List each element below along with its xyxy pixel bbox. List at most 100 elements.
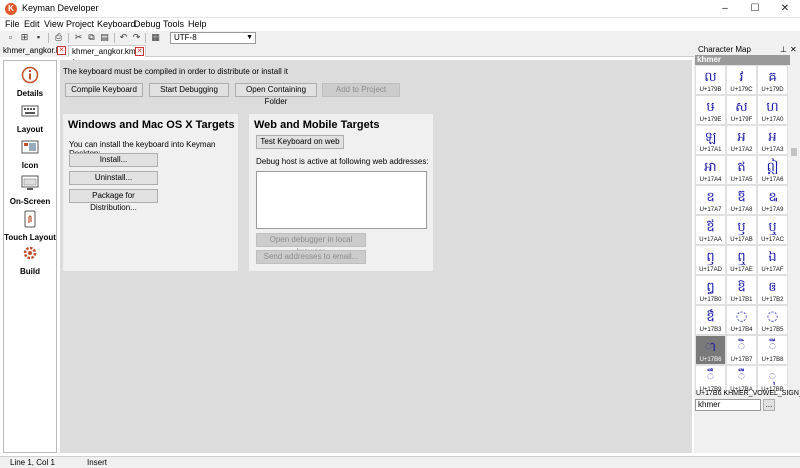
menu-project[interactable]: Project xyxy=(66,19,94,29)
character-cell[interactable]: ◌ិ U+17B7 xyxy=(726,335,757,365)
send-addresses-email-button[interactable]: Send addresses to email... xyxy=(256,250,366,264)
character-glyph: ឮ xyxy=(737,250,746,265)
character-codepoint: U+17AE xyxy=(730,267,753,273)
character-cell[interactable]: ឣ U+17A3 xyxy=(757,125,788,155)
character-cell[interactable]: ◌឵ U+17B5 xyxy=(757,305,788,335)
menu-keyboard[interactable]: Keyboard xyxy=(97,19,136,29)
menu-tools[interactable]: Tools xyxy=(163,19,184,29)
menu-debug[interactable]: Debug xyxy=(134,19,161,29)
character-glyph: ឡ xyxy=(704,130,717,145)
character-cell[interactable]: ឤ U+17A4 xyxy=(695,155,726,185)
character-cell[interactable]: ឲ U+17B2 xyxy=(757,275,788,305)
character-glyph: ឦ xyxy=(766,160,779,175)
character-codepoint: U+17A0 xyxy=(761,117,784,123)
start-debugging-button[interactable]: Start Debugging xyxy=(149,83,229,97)
cut-icon[interactable]: ✂ xyxy=(73,32,84,43)
character-cell[interactable]: ឦ U+17A6 xyxy=(757,155,788,185)
sidebar-item-onscreen[interactable]: On-Screen xyxy=(4,171,56,207)
keyboard-layout-icon xyxy=(21,105,39,117)
compile-keyboard-button[interactable]: Compile Keyboard xyxy=(65,83,143,97)
character-cell[interactable]: ឥ U+17A5 xyxy=(726,155,757,185)
open-folder-icon[interactable]: ⊞ xyxy=(19,32,30,43)
copy-icon[interactable]: ⧉ xyxy=(86,32,97,43)
save-icon[interactable]: ▪ xyxy=(33,32,44,43)
character-cell[interactable]: ឬ U+17AC xyxy=(757,215,788,245)
sidebar-item-touch-layout[interactable]: Touch Layout xyxy=(4,207,56,243)
scrollbar-thumb[interactable] xyxy=(791,148,797,156)
sidebar-item-layout[interactable]: Layout xyxy=(4,99,56,135)
browse-font-button[interactable]: ... xyxy=(763,399,775,411)
character-cell[interactable]: ឮ U+17AE xyxy=(726,245,757,275)
character-codepoint: U+179C xyxy=(730,87,753,93)
print-icon[interactable]: ⎙ xyxy=(53,32,64,43)
encoding-select[interactable]: UTF-8 ▼ xyxy=(170,32,256,44)
character-cell[interactable]: ឱ U+17B1 xyxy=(726,275,757,305)
character-cell[interactable]: ឡ U+17A1 xyxy=(695,125,726,155)
character-cell[interactable]: ស U+179F xyxy=(726,95,757,125)
close-icon[interactable]: ✕ xyxy=(57,46,66,55)
close-button[interactable]: ✕ xyxy=(770,0,800,18)
character-cell[interactable]: ល U+179B xyxy=(695,65,726,95)
character-cell[interactable]: ឭ U+17AD xyxy=(695,245,726,275)
close-icon[interactable]: ✕ xyxy=(790,45,797,54)
character-search-input[interactable]: khmer xyxy=(695,399,761,411)
maximize-button[interactable]: ☐ xyxy=(740,0,770,18)
character-cell[interactable]: ឩ U+17A9 xyxy=(757,185,788,215)
character-cell[interactable]: ហ U+17A0 xyxy=(757,95,788,125)
sidebar-item-icon[interactable]: Icon xyxy=(4,135,56,171)
close-icon[interactable]: ✕ xyxy=(135,47,144,56)
character-cell[interactable]: ឯ U+17AF xyxy=(757,245,788,275)
character-cell[interactable]: ឧ U+17A7 xyxy=(695,185,726,215)
title-bar: K Keyman Developer – ☐ ✕ xyxy=(0,0,800,18)
sidebar-label: Build xyxy=(20,267,40,276)
test-keyboard-on-web-button[interactable]: Test Keyboard on web xyxy=(256,135,344,149)
undo-icon[interactable]: ↶ xyxy=(118,32,129,43)
character-codepoint: U+17AA xyxy=(699,237,722,243)
character-codepoint: U+17A5 xyxy=(730,177,753,183)
cursor-position: Line 1, Col 1 xyxy=(10,458,55,467)
menu-edit[interactable]: Edit xyxy=(24,19,40,29)
uninstall-button[interactable]: Uninstall... xyxy=(69,171,158,185)
web-targets-panel: Web and Mobile Targets Test Keyboard on … xyxy=(249,114,433,271)
character-cell[interactable]: ឰ U+17B0 xyxy=(695,275,726,305)
menu-help[interactable]: Help xyxy=(188,19,207,29)
debug-addresses-list[interactable] xyxy=(256,171,427,229)
character-cell[interactable]: ឫ U+17AB xyxy=(726,215,757,245)
menu-view[interactable]: View xyxy=(44,19,63,29)
menu-file[interactable]: File xyxy=(5,19,20,29)
character-cell[interactable]: ◌ា U+17B6 xyxy=(695,335,726,365)
new-file-icon[interactable]: ▫ xyxy=(5,32,16,43)
character-cell[interactable]: វ U+179C xyxy=(726,65,757,95)
character-map-icon[interactable]: ▦ xyxy=(150,32,161,43)
redo-icon[interactable]: ↷ xyxy=(131,32,142,43)
character-codepoint: U+179B xyxy=(699,87,722,93)
character-map-scrollbar[interactable] xyxy=(788,65,800,431)
pin-icon[interactable]: ⊥ xyxy=(780,45,787,54)
open-debugger-button[interactable]: Open debugger in local browser xyxy=(256,233,366,256)
paste-icon[interactable]: ▤ xyxy=(99,32,110,43)
character-cell[interactable]: ◌ី U+17B8 xyxy=(757,335,788,365)
character-glyph: ល xyxy=(704,70,717,85)
character-cell[interactable]: ឳ U+17B3 xyxy=(695,305,726,335)
open-containing-folder-button[interactable]: Open Containing Folder xyxy=(235,83,317,106)
compile-message: The keyboard must be compiled in order t… xyxy=(63,67,288,76)
selected-character-name: U+17B6 KHMER_VOWEL_SIGN_AA xyxy=(696,390,800,397)
sidebar-item-details[interactable]: Details xyxy=(4,63,56,99)
minimize-button[interactable]: – xyxy=(710,0,740,18)
character-cell[interactable]: ឪ U+17AA xyxy=(695,215,726,245)
character-glyph: ឪ xyxy=(706,220,715,235)
character-cell[interactable]: ឝ U+179D xyxy=(757,65,788,95)
install-button[interactable]: Install... xyxy=(69,153,158,167)
character-cell[interactable]: ◌឴ U+17B4 xyxy=(726,305,757,335)
character-cell[interactable]: ឨ U+17A8 xyxy=(726,185,757,215)
tab-project[interactable]: khmer_angkor.kpj ✕ xyxy=(0,45,68,57)
character-cell[interactable]: ឞ U+179E xyxy=(695,95,726,125)
tab-keyboard-source[interactable]: khmer_angkor.kmn * ✕ xyxy=(68,45,146,67)
add-to-project-button[interactable]: Add to Project xyxy=(322,83,400,97)
sidebar-item-build[interactable]: Build xyxy=(4,241,56,277)
character-codepoint: U+17B6 xyxy=(699,357,722,363)
character-glyph: ◌឴ xyxy=(735,309,748,324)
character-codepoint: U+17AB xyxy=(730,237,753,243)
character-cell[interactable]: អ U+17A2 xyxy=(726,125,757,155)
package-for-distribution-button[interactable]: Package for Distribution... xyxy=(69,189,158,212)
